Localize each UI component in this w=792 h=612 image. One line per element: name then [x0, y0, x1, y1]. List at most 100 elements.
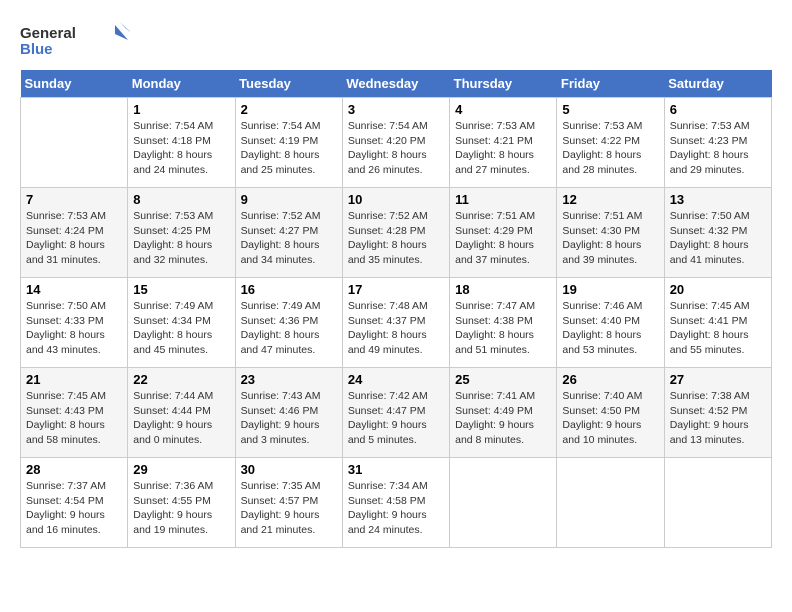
col-header-tuesday: Tuesday [235, 70, 342, 98]
day-cell: 2Sunrise: 7:54 AMSunset: 4:19 PMDaylight… [235, 98, 342, 188]
page-header: General Blue [20, 20, 772, 60]
day-info: Sunrise: 7:50 AMSunset: 4:32 PMDaylight:… [670, 209, 766, 268]
day-cell: 14 Sunrise: 7:50 AMSunset: 4:33 PMDayligh… [21, 278, 128, 368]
day-number: 18 [455, 282, 551, 297]
day-number: 17 [348, 282, 444, 297]
day-cell: 1 Sunrise: 7:54 AMSunset: 4:18 PMDaylight… [128, 98, 235, 188]
logo-svg: General Blue [20, 20, 130, 60]
day-cell: 29Sunrise: 7:36 AMSunset: 4:55 PMDayligh… [128, 458, 235, 548]
day-cell: 19 Sunrise: 7:46 AMSunset: 4:40 PMDayligh… [557, 278, 664, 368]
day-cell [21, 98, 128, 188]
col-header-wednesday: Wednesday [342, 70, 449, 98]
day-number: 4 [455, 102, 551, 117]
day-info: Sunrise: 7:54 AMSunset: 4:20 PMDaylight:… [348, 119, 444, 178]
day-info: Sunrise: 7:46 AMSunset: 4:40 PMDaylight:… [562, 299, 658, 358]
calendar-table: SundayMondayTuesdayWednesdayThursdayFrid… [20, 70, 772, 548]
day-cell: 26Sunrise: 7:40 AMSunset: 4:50 PMDayligh… [557, 368, 664, 458]
day-info: Sunrise: 7:43 AMSunset: 4:46 PMDaylight:… [241, 389, 337, 448]
day-cell: 23 Sunrise: 7:43 AMSunset: 4:46 PMDayligh… [235, 368, 342, 458]
day-number: 12 [562, 192, 658, 207]
day-info: Sunrise: 7:47 AMSunset: 4:38 PMDaylight:… [455, 299, 551, 358]
day-number: 30 [241, 462, 337, 477]
day-cell: 10Sunrise: 7:52 AMSunset: 4:28 PMDayligh… [342, 188, 449, 278]
day-cell: 5 Sunrise: 7:53 AMSunset: 4:22 PMDaylight… [557, 98, 664, 188]
day-number: 19 [562, 282, 658, 297]
day-cell: 8 Sunrise: 7:53 AMSunset: 4:25 PMDaylight… [128, 188, 235, 278]
day-info: Sunrise: 7:49 AMSunset: 4:34 PMDaylight:… [133, 299, 229, 358]
svg-text:Blue: Blue [20, 41, 53, 58]
svg-text:General: General [20, 25, 76, 42]
day-number: 25 [455, 372, 551, 387]
week-row-5: 28 Sunrise: 7:37 AMSunset: 4:54 PMDayligh… [21, 458, 772, 548]
day-number: 27 [670, 372, 766, 387]
day-cell: 9 Sunrise: 7:52 AMSunset: 4:27 PMDaylight… [235, 188, 342, 278]
day-info: Sunrise: 7:50 AMSunset: 4:33 PMDaylight:… [26, 299, 122, 358]
day-info: Sunrise: 7:52 AMSunset: 4:28 PMDaylight:… [348, 209, 444, 268]
week-row-2: 7 Sunrise: 7:53 AMSunset: 4:24 PMDaylight… [21, 188, 772, 278]
day-cell: 20Sunrise: 7:45 AMSunset: 4:41 PMDayligh… [664, 278, 771, 368]
week-row-1: 1 Sunrise: 7:54 AMSunset: 4:18 PMDaylight… [21, 98, 772, 188]
day-cell: 15 Sunrise: 7:49 AMSunset: 4:34 PMDayligh… [128, 278, 235, 368]
day-cell: 31 Sunrise: 7:34 AMSunset: 4:58 PMDayligh… [342, 458, 449, 548]
day-cell: 25 Sunrise: 7:41 AMSunset: 4:49 PMDayligh… [450, 368, 557, 458]
week-row-4: 21 Sunrise: 7:45 AMSunset: 4:43 PMDayligh… [21, 368, 772, 458]
day-number: 8 [133, 192, 229, 207]
day-info: Sunrise: 7:52 AMSunset: 4:27 PMDaylight:… [241, 209, 337, 268]
day-number: 23 [241, 372, 337, 387]
day-cell: 22Sunrise: 7:44 AMSunset: 4:44 PMDayligh… [128, 368, 235, 458]
week-row-3: 14 Sunrise: 7:50 AMSunset: 4:33 PMDayligh… [21, 278, 772, 368]
day-info: Sunrise: 7:36 AMSunset: 4:55 PMDaylight:… [133, 479, 229, 538]
day-cell [450, 458, 557, 548]
day-number: 28 [26, 462, 122, 477]
day-number: 26 [562, 372, 658, 387]
day-number: 14 [26, 282, 122, 297]
day-cell: 4 Sunrise: 7:53 AMSunset: 4:21 PMDaylight… [450, 98, 557, 188]
day-info: Sunrise: 7:54 AMSunset: 4:18 PMDaylight:… [133, 119, 229, 178]
day-info: Sunrise: 7:38 AMSunset: 4:52 PMDaylight:… [670, 389, 766, 448]
day-cell: 28 Sunrise: 7:37 AMSunset: 4:54 PMDayligh… [21, 458, 128, 548]
day-cell: 13 Sunrise: 7:50 AMSunset: 4:32 PMDayligh… [664, 188, 771, 278]
day-number: 21 [26, 372, 122, 387]
col-header-thursday: Thursday [450, 70, 557, 98]
day-cell: 3 Sunrise: 7:54 AMSunset: 4:20 PMDaylight… [342, 98, 449, 188]
day-number: 7 [26, 192, 122, 207]
day-cell: 7 Sunrise: 7:53 AMSunset: 4:24 PMDaylight… [21, 188, 128, 278]
day-cell: 11Sunrise: 7:51 AMSunset: 4:29 PMDayligh… [450, 188, 557, 278]
day-info: Sunrise: 7:53 AMSunset: 4:24 PMDaylight:… [26, 209, 122, 268]
day-number: 20 [670, 282, 766, 297]
day-info: Sunrise: 7:34 AMSunset: 4:58 PMDaylight:… [348, 479, 444, 538]
day-cell: 30Sunrise: 7:35 AMSunset: 4:57 PMDayligh… [235, 458, 342, 548]
day-number: 5 [562, 102, 658, 117]
day-info: Sunrise: 7:53 AMSunset: 4:21 PMDaylight:… [455, 119, 551, 178]
day-info: Sunrise: 7:53 AMSunset: 4:22 PMDaylight:… [562, 119, 658, 178]
day-info: Sunrise: 7:53 AMSunset: 4:25 PMDaylight:… [133, 209, 229, 268]
day-number: 16 [241, 282, 337, 297]
day-info: Sunrise: 7:53 AMSunset: 4:23 PMDaylight:… [670, 119, 766, 178]
day-info: Sunrise: 7:45 AMSunset: 4:43 PMDaylight:… [26, 389, 122, 448]
col-header-friday: Friday [557, 70, 664, 98]
day-number: 15 [133, 282, 229, 297]
day-number: 24 [348, 372, 444, 387]
day-cell [664, 458, 771, 548]
day-cell: 17Sunrise: 7:48 AMSunset: 4:37 PMDayligh… [342, 278, 449, 368]
day-number: 13 [670, 192, 766, 207]
day-cell: 6 Sunrise: 7:53 AMSunset: 4:23 PMDaylight… [664, 98, 771, 188]
day-cell: 21 Sunrise: 7:45 AMSunset: 4:43 PMDayligh… [21, 368, 128, 458]
day-info: Sunrise: 7:42 AMSunset: 4:47 PMDaylight:… [348, 389, 444, 448]
day-number: 6 [670, 102, 766, 117]
day-number: 1 [133, 102, 229, 117]
logo: General Blue [20, 20, 130, 60]
day-number: 3 [348, 102, 444, 117]
day-info: Sunrise: 7:37 AMSunset: 4:54 PMDaylight:… [26, 479, 122, 538]
day-info: Sunrise: 7:41 AMSunset: 4:49 PMDaylight:… [455, 389, 551, 448]
day-cell: 24 Sunrise: 7:42 AMSunset: 4:47 PMDayligh… [342, 368, 449, 458]
day-number: 9 [241, 192, 337, 207]
day-info: Sunrise: 7:51 AMSunset: 4:30 PMDaylight:… [562, 209, 658, 268]
day-number: 31 [348, 462, 444, 477]
day-number: 22 [133, 372, 229, 387]
day-info: Sunrise: 7:49 AMSunset: 4:36 PMDaylight:… [241, 299, 337, 358]
col-header-sunday: Sunday [21, 70, 128, 98]
day-number: 2 [241, 102, 337, 117]
col-header-monday: Monday [128, 70, 235, 98]
day-number: 11 [455, 192, 551, 207]
